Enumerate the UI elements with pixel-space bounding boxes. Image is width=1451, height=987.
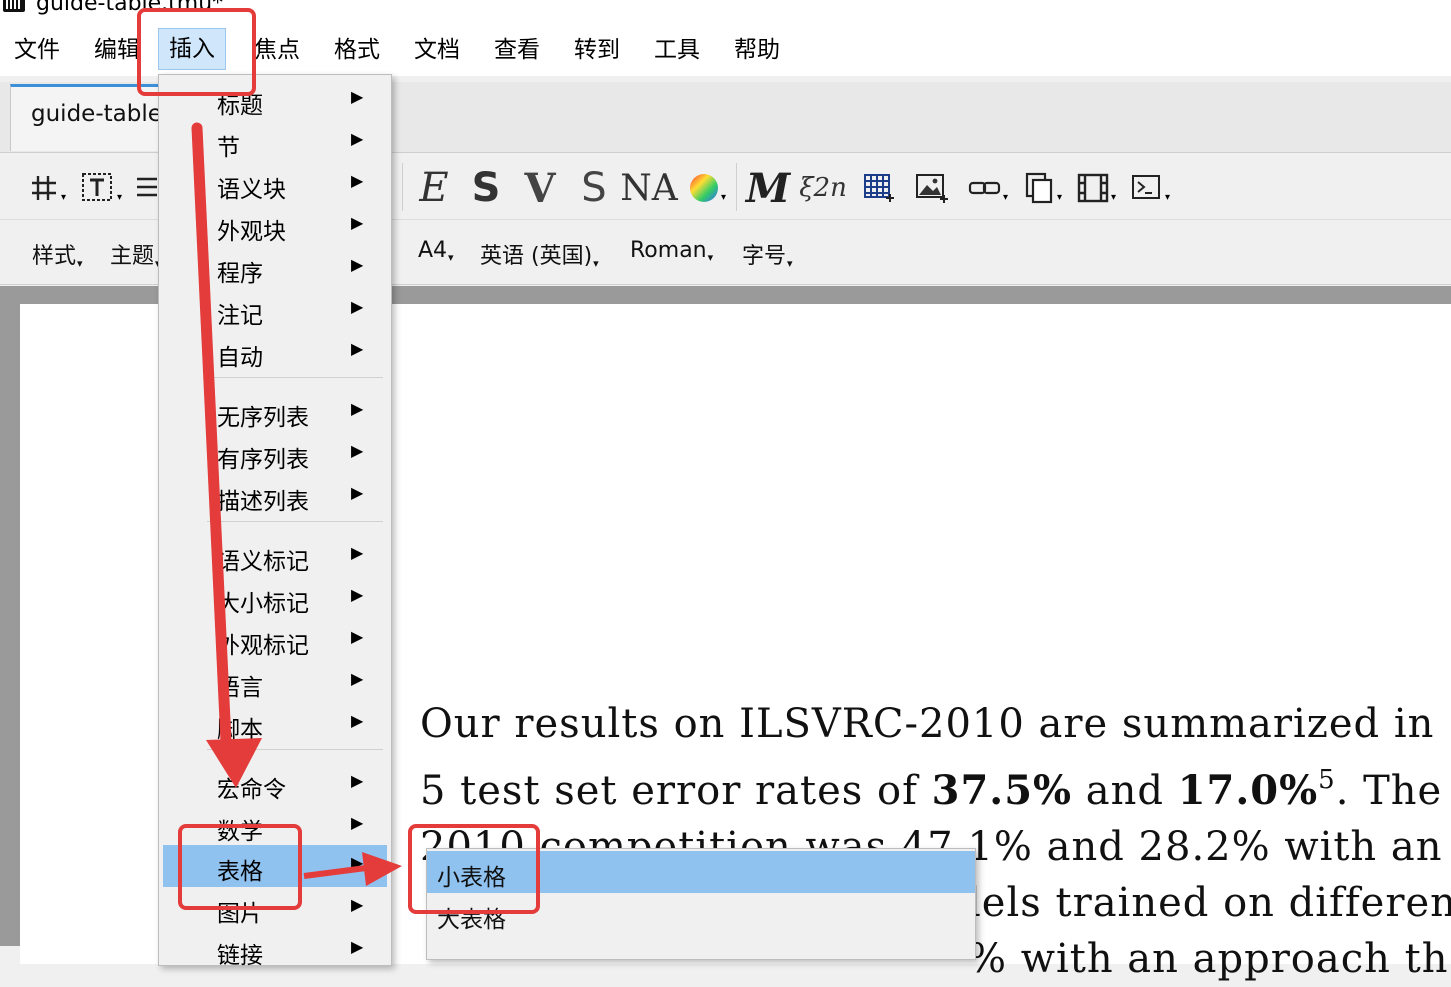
submenu-arrow-icon: ▶ (351, 937, 364, 956)
page-size-dropdown[interactable]: A4▾ (418, 238, 454, 264)
menu-item-unordered-list[interactable]: 无序列表 ▶ (159, 391, 391, 433)
submenu-arrow-icon: ▶ (351, 297, 364, 316)
menu-item-script[interactable]: 脚本 ▶ (159, 703, 391, 745)
menu-tools[interactable]: 工具 (644, 30, 710, 70)
copy-icon[interactable]: ▾ (1022, 165, 1062, 211)
chevron-down-icon: ▾ (707, 251, 714, 264)
menu-item-description-list[interactable]: 描述列表 ▶ (159, 475, 391, 517)
grid-icon[interactable]: ▾ (26, 165, 66, 211)
submenu-arrow-icon: ▶ (351, 171, 364, 190)
math-icon[interactable]: M (746, 165, 790, 212)
small-caps-icon[interactable]: NA (620, 165, 678, 211)
submenu-arrow-icon: ▶ (351, 213, 364, 232)
chevron-down-icon: ▾ (448, 251, 454, 264)
submenu-arrow-icon: ▶ (351, 339, 364, 358)
submenu-arrow-icon: ▶ (351, 669, 364, 688)
tab-label: guide-table (31, 101, 162, 127)
submenu-arrow-icon: ▶ (351, 129, 364, 148)
submenu-arrow-icon: ▶ (351, 627, 364, 646)
emphasize-icon[interactable]: E (414, 165, 454, 211)
menu-item-appearance-markup[interactable]: 外观标记 ▶ (159, 619, 391, 661)
submenu-arrow-icon: ▶ (351, 441, 364, 460)
menu-goto[interactable]: 转到 (564, 30, 630, 70)
font-size-dropdown[interactable]: 字号▾ (742, 238, 793, 270)
submenu-arrow-icon: ▶ (351, 771, 364, 790)
menu-item-automatic[interactable]: 自动 ▶ (159, 331, 391, 373)
submenu-arrow-icon: ▶ (351, 399, 364, 418)
menu-item-appearance-block[interactable]: 外观块 ▶ (159, 205, 391, 247)
verbatim-icon[interactable]: V (522, 165, 558, 212)
menu-help[interactable]: 帮助 (724, 30, 790, 70)
paragraph-icon[interactable] (132, 165, 158, 211)
submenu-arrow-icon: ▶ (351, 255, 364, 274)
menu-item-section[interactable]: 节 ▶ (159, 121, 391, 163)
sans-serif-icon[interactable]: S (576, 165, 612, 211)
toolbar-separator (736, 163, 737, 211)
menu-item-macro[interactable]: 宏命令 ▶ (159, 763, 391, 805)
menu-item-language[interactable]: 语言 ▶ (159, 661, 391, 703)
theme-label: 主题 (110, 244, 155, 269)
theme-dropdown[interactable]: 主题▾ (110, 238, 161, 270)
color-icon[interactable]: ▾ (686, 165, 726, 211)
menu-item-semantic-block[interactable]: 语义块 ▶ (159, 163, 391, 205)
font-label: Roman (630, 238, 707, 263)
session-icon[interactable]: ▾ (1128, 165, 1170, 211)
submenu-arrow-icon: ▶ (351, 483, 364, 502)
text-line: 5 test set error rates of 37.5% and 17.0… (420, 765, 1443, 814)
text-line: Our results on ILSVRC-2010 are summarize… (420, 701, 1435, 747)
submenu-arrow-icon: ▶ (351, 813, 364, 832)
language-dropdown[interactable]: 英语 (英国)▾ (480, 238, 599, 270)
menu-divider (207, 749, 383, 750)
menu-item-semantic-markup[interactable]: 语义标记 ▶ (159, 535, 391, 577)
annotation-box-small-table (408, 824, 540, 914)
chevron-down-icon: ▾ (77, 257, 83, 270)
formula-icon[interactable]: ξ2n (799, 165, 847, 211)
annotation-box-table (178, 824, 302, 910)
menu-item-program[interactable]: 程序 ▶ (159, 247, 391, 289)
animation-icon[interactable]: ▾ (1074, 165, 1116, 211)
menu-view[interactable]: 查看 (484, 30, 550, 70)
texmacs-app-icon (3, 0, 25, 12)
style-label: 样式 (32, 244, 77, 269)
menu-file[interactable]: 文件 (4, 30, 70, 70)
menu-divider (207, 521, 383, 522)
submenu-arrow-icon: ▶ (351, 585, 364, 604)
chevron-down-icon: ▾ (593, 257, 599, 270)
menu-document[interactable]: 文档 (404, 30, 470, 70)
toolbar-separator (402, 163, 403, 211)
image-icon[interactable] (912, 165, 950, 211)
font-size-label: 字号 (742, 244, 787, 269)
page-size-label: A4 (418, 238, 448, 263)
table-icon[interactable] (860, 165, 896, 211)
menu-divider (207, 377, 383, 378)
style-dropdown[interactable]: 样式▾ (32, 238, 83, 270)
menu-item-ordered-list[interactable]: 有序列表 ▶ (159, 433, 391, 475)
language-label: 英语 (英国) (480, 244, 593, 269)
font-dropdown[interactable]: Roman▾ (630, 238, 713, 264)
text-box-icon[interactable]: ▾ (78, 165, 122, 211)
menu-format[interactable]: 格式 (324, 30, 390, 70)
link-icon[interactable]: ▾ (966, 165, 1008, 211)
submenu-arrow-icon: ▶ (351, 711, 364, 730)
submenu-arrow-icon: ▶ (351, 87, 364, 106)
submenu-arrow-icon: ▶ (351, 895, 364, 914)
submenu-arrow-icon: ▶ (351, 853, 364, 872)
annotation-box-insert (137, 8, 256, 96)
menu-item-note[interactable]: 注记 ▶ (159, 289, 391, 331)
chevron-down-icon: ▾ (787, 257, 793, 270)
submenu-arrow-icon: ▶ (351, 543, 364, 562)
menu-item-link[interactable]: 链接 ▶ (159, 929, 391, 971)
menu-item-size-markup[interactable]: 大小标记 ▶ (159, 577, 391, 619)
strong-icon[interactable]: S (468, 165, 504, 211)
